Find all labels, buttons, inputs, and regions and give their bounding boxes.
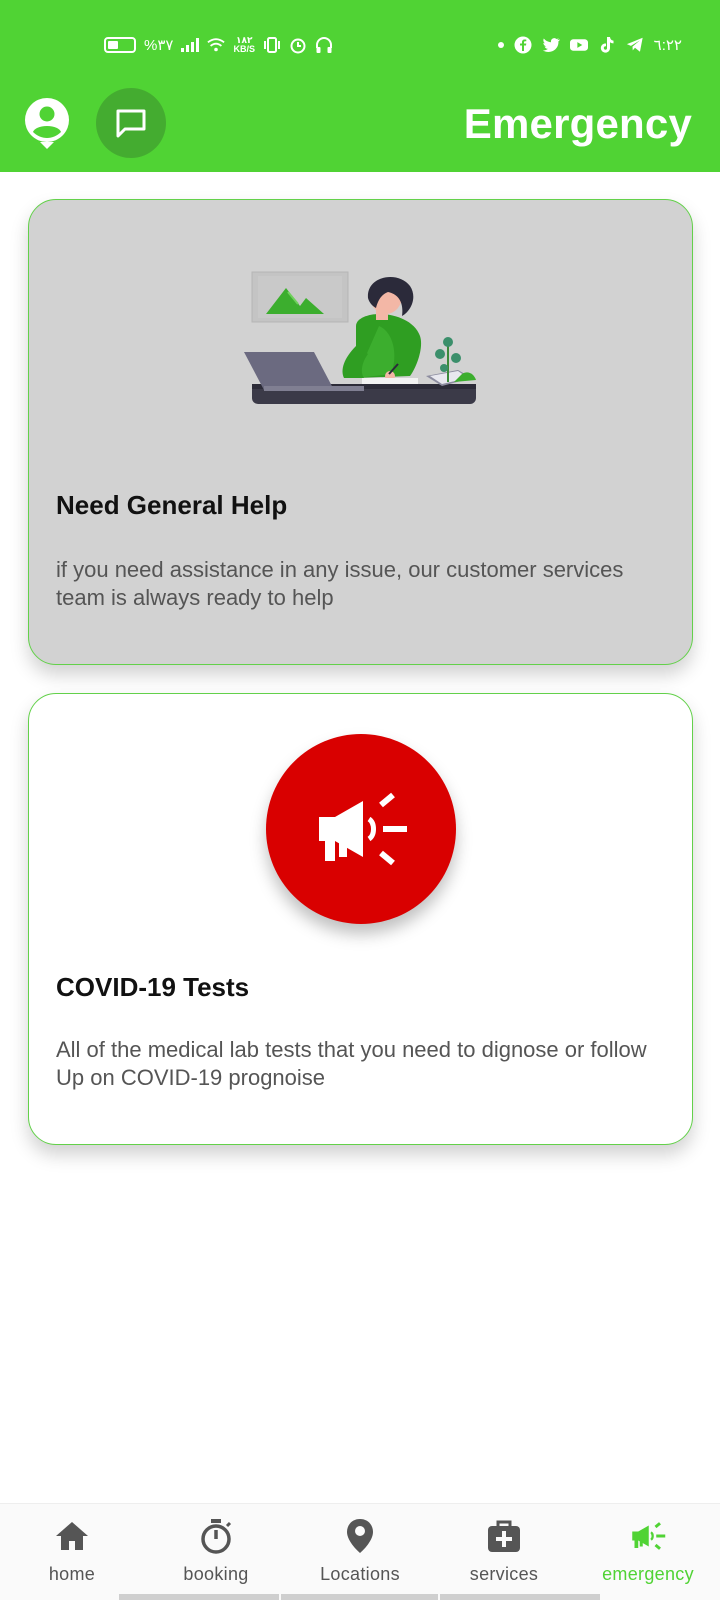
status-right: ٦:٢٢ xyxy=(497,36,682,54)
battery-icon xyxy=(104,37,136,53)
map-pin-icon xyxy=(347,1519,373,1553)
wifi-icon xyxy=(207,36,226,54)
medical-kit-icon xyxy=(488,1520,520,1552)
network-speed-unit: KB/S xyxy=(233,44,255,54)
twitter-icon xyxy=(542,36,560,54)
account-circle-icon xyxy=(25,98,69,149)
notification-dot-icon xyxy=(497,42,504,48)
signal-icon xyxy=(181,38,200,52)
status-bar: %٣٧ ١٨٢ KB/S ٦:٢٢ xyxy=(0,30,720,60)
nav-emergency[interactable]: emergency xyxy=(576,1516,720,1585)
bottom-navigation: home booking Locations services emergenc… xyxy=(0,1503,720,1600)
clock: ٦:٢٢ xyxy=(653,37,682,54)
tiktok-icon xyxy=(598,36,616,54)
nav-locations[interactable]: Locations xyxy=(288,1516,432,1585)
vibrate-icon xyxy=(263,36,281,54)
covid-tests-title: COVID-19 Tests xyxy=(56,972,250,1002)
network-speed: ١٨٢ KB/S xyxy=(233,36,255,54)
gesture-bar-segment xyxy=(281,1594,438,1600)
nav-home[interactable]: home xyxy=(0,1516,144,1585)
headphones-icon xyxy=(315,36,333,54)
megaphone-badge xyxy=(266,734,456,924)
megaphone-icon xyxy=(319,792,407,866)
chat-bubble-icon xyxy=(116,109,146,138)
profile-button[interactable] xyxy=(22,96,72,150)
nav-services-label: services xyxy=(469,1564,539,1584)
covid-tests-description: All of the medical lab tests that you ne… xyxy=(56,1037,647,1090)
nav-home-label: home xyxy=(48,1564,96,1584)
covid-tests-card[interactable]: COVID-19 Tests All of the medical lab te… xyxy=(28,693,693,1145)
woman-at-desk-illustration xyxy=(244,271,476,404)
nav-booking-label: booking xyxy=(183,1564,249,1584)
megaphone-icon xyxy=(632,1522,666,1550)
chat-button[interactable] xyxy=(96,88,166,158)
youtube-icon xyxy=(569,36,588,54)
general-help-card[interactable]: Need General Help if you need assistance… xyxy=(28,199,693,665)
general-help-description: if you need assistance in any issue, our… xyxy=(56,557,624,610)
home-icon xyxy=(56,1522,88,1550)
status-left: %٣٧ ١٨٢ KB/S xyxy=(104,36,333,54)
gesture-bar-segment xyxy=(119,1594,279,1600)
alarm-icon xyxy=(289,36,307,54)
nav-booking[interactable]: booking xyxy=(144,1516,288,1585)
telegram-icon xyxy=(626,36,644,54)
page-title: Emergency xyxy=(463,100,692,147)
gesture-bar-segment xyxy=(440,1594,600,1600)
stopwatch-icon xyxy=(201,1519,232,1554)
app-header: %٣٧ ١٨٢ KB/S ٦:٢٢ Emergency xyxy=(0,0,720,172)
nav-services[interactable]: services xyxy=(432,1516,576,1585)
nav-emergency-label: emergency xyxy=(602,1564,694,1584)
general-help-title: Need General Help xyxy=(56,490,288,520)
nav-locations-label: Locations xyxy=(320,1564,400,1584)
battery-percent: %٣٧ xyxy=(144,37,174,54)
facebook-icon xyxy=(514,36,532,54)
